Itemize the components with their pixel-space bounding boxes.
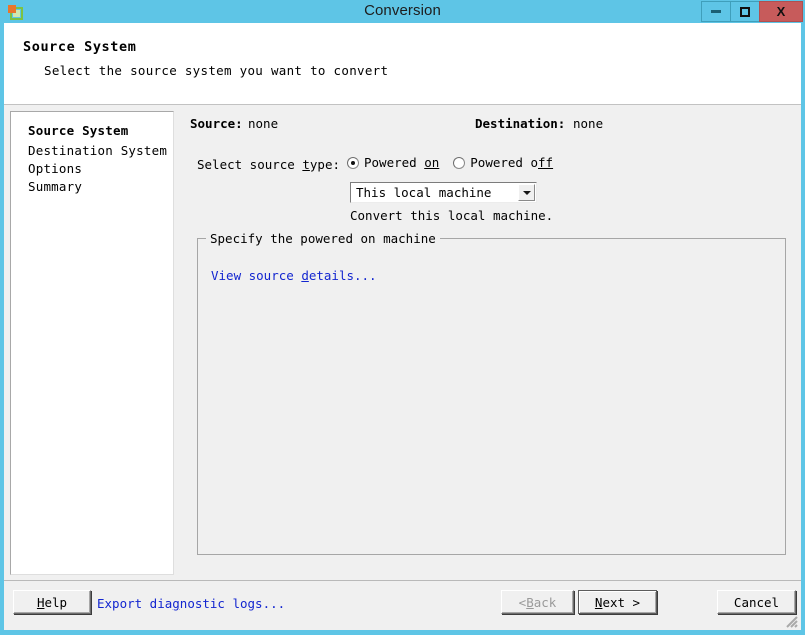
wizard-steps-sidebar: Source System Destination System Options… — [10, 111, 174, 575]
destination-value: none — [573, 116, 604, 131]
dialog-body: Source System Destination System Options… — [4, 105, 801, 580]
conversion-window: Conversion X Source System Select the so… — [0, 0, 805, 635]
maximize-button[interactable] — [730, 1, 760, 22]
page-title: Source System — [23, 39, 137, 55]
view-source-details-link[interactable]: View source details... — [211, 268, 377, 283]
dropdown-hint: Convert this local machine. — [350, 208, 554, 223]
window-controls: X — [701, 1, 803, 22]
close-button[interactable]: X — [759, 1, 803, 22]
chevron-down-icon[interactable] — [518, 184, 535, 201]
sidebar-item-options[interactable]: Options — [28, 161, 82, 176]
select-source-type-text: Select source type: — [197, 157, 340, 172]
sidebar-item-source-system[interactable]: Source System — [28, 123, 128, 138]
window-title: Conversion — [364, 2, 441, 19]
radio-powered-on[interactable]: Powered on — [347, 155, 439, 170]
back-button: < Back — [501, 590, 574, 614]
footer-divider — [4, 580, 801, 581]
radio-powered-off[interactable]: Powered off — [453, 155, 553, 170]
source-label: Source: — [190, 116, 243, 131]
minimize-button[interactable] — [701, 1, 731, 22]
minimize-icon — [711, 10, 721, 13]
dialog-footer: Help Export diagnostic logs... < Back Ne… — [4, 580, 801, 630]
maximize-icon — [740, 6, 750, 17]
specify-machine-groupbox-title: Specify the powered on machine — [206, 231, 440, 246]
cancel-button[interactable]: Cancel — [717, 590, 796, 614]
content-pane: Source: none Destination: none Select so… — [180, 105, 801, 580]
radio-off-indicator — [453, 156, 466, 169]
radio-powered-off-label: Powered off — [470, 155, 554, 170]
title-bar: Conversion X — [0, 0, 805, 23]
select-source-type-label: Select source type: — [197, 157, 340, 172]
sidebar-item-destination-system[interactable]: Destination System — [28, 143, 167, 158]
page-header: Source System Select the source system y… — [4, 23, 801, 105]
destination-label: Destination: — [475, 116, 566, 131]
source-machine-dropdown-value: This local machine — [356, 185, 492, 200]
source-type-radio-group: Powered on Powered off — [347, 155, 567, 170]
sidebar-item-summary[interactable]: Summary — [28, 179, 82, 194]
radio-powered-on-label: Powered on — [364, 155, 440, 170]
next-button[interactable]: Next > — [578, 590, 657, 614]
resize-grip-icon[interactable] — [785, 615, 798, 628]
help-button[interactable]: Help — [13, 590, 91, 614]
source-value: none — [248, 116, 279, 131]
radio-on-indicator — [347, 156, 359, 169]
specify-machine-groupbox — [197, 238, 786, 555]
source-machine-dropdown[interactable]: This local machine — [350, 182, 537, 203]
page-subtitle: Select the source system you want to con… — [44, 63, 389, 78]
export-diagnostic-logs-link[interactable]: Export diagnostic logs... — [97, 596, 285, 611]
